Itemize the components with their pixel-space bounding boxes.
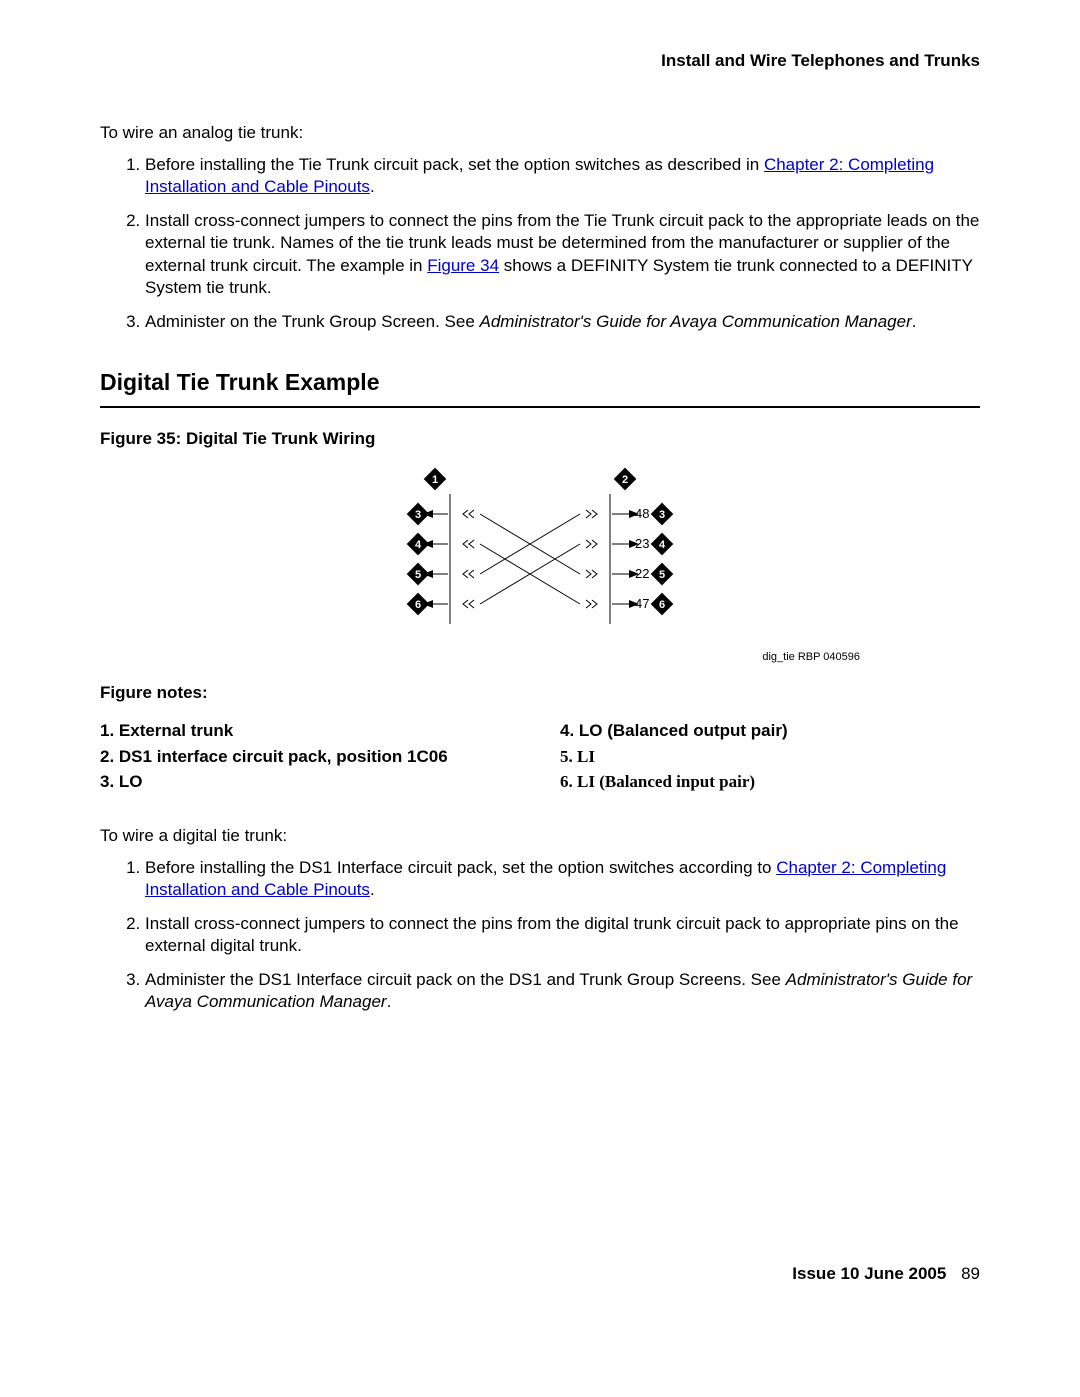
text: Before installing the DS1 Interface circ…: [145, 858, 776, 877]
section1-intro: To wire an analog tie trunk:: [100, 122, 980, 144]
running-header: Install and Wire Telephones and Trunks: [100, 50, 980, 72]
pin-23: 23: [635, 536, 649, 551]
horizontal-rule: [100, 406, 980, 408]
note-6: 6. LI (Balanced input pair): [560, 769, 980, 795]
list-item: Install cross-connect jumpers to connect…: [145, 913, 980, 957]
italic-text: Administrator's Guide for Avaya Communic…: [480, 312, 912, 331]
notes-col-right: 4. LO (Balanced output pair) 5. LI 6. LI…: [560, 718, 980, 795]
note-1: 1. External trunk: [100, 718, 520, 744]
text: .: [912, 312, 917, 331]
page-number: 89: [961, 1264, 980, 1283]
text: Before installing the Tie Trunk circuit …: [145, 155, 764, 174]
figure-diagram: 1 2 3 4 5 6 3 4 5 6 48 23 22 47: [390, 464, 690, 644]
section2-intro: To wire a digital tie trunk:: [100, 825, 980, 847]
callout-r4: 4: [659, 539, 666, 551]
callout-2: 2: [622, 474, 628, 486]
callout-l4: 4: [415, 539, 422, 551]
callout-r6: 6: [659, 599, 665, 611]
callout-r3: 3: [659, 509, 665, 521]
callout-r5: 5: [659, 569, 665, 581]
figure-notes-heading: Figure notes:: [100, 682, 980, 704]
note-3: 3. LO: [100, 769, 520, 795]
text: .: [370, 880, 375, 899]
callout-1: 1: [432, 474, 438, 486]
page-footer: Issue 10 June 2005 89: [100, 1263, 980, 1285]
notes-col-left: 1. External trunk 2. DS1 interface circu…: [100, 718, 520, 795]
note-5: 5. LI: [560, 744, 980, 770]
section2-list: Before installing the DS1 Interface circ…: [120, 857, 980, 1014]
pin-22: 22: [635, 566, 649, 581]
text: Administer the DS1 Interface circuit pac…: [145, 970, 786, 989]
link-figure34[interactable]: Figure 34: [427, 256, 499, 275]
text: Administer on the Trunk Group Screen. Se…: [145, 312, 480, 331]
list-item: Before installing the DS1 Interface circ…: [145, 857, 980, 901]
text: .: [370, 177, 375, 196]
list-item: Administer on the Trunk Group Screen. Se…: [145, 311, 980, 333]
figure-notes: 1. External trunk 2. DS1 interface circu…: [100, 718, 980, 795]
heading-digital-tie-trunk: Digital Tie Trunk Example: [100, 368, 980, 398]
pin-48: 48: [635, 506, 649, 521]
callout-l6: 6: [415, 599, 421, 611]
section1-list: Before installing the Tie Trunk circuit …: [120, 154, 980, 333]
list-item: Install cross-connect jumpers to connect…: [145, 210, 980, 298]
callout-l5: 5: [415, 569, 421, 581]
note-2: 2. DS1 interface circuit pack, position …: [100, 744, 520, 770]
text: .: [387, 992, 392, 1011]
figure-credit: dig_tie RBP 040596: [220, 650, 860, 664]
note-4: 4. LO (Balanced output pair): [560, 718, 980, 744]
issue-date: Issue 10 June 2005: [792, 1264, 946, 1283]
figure-caption: Figure 35: Digital Tie Trunk Wiring: [100, 428, 980, 450]
list-item: Before installing the Tie Trunk circuit …: [145, 154, 980, 198]
list-item: Administer the DS1 Interface circuit pac…: [145, 969, 980, 1013]
pin-47: 47: [635, 596, 649, 611]
callout-l3: 3: [415, 509, 421, 521]
